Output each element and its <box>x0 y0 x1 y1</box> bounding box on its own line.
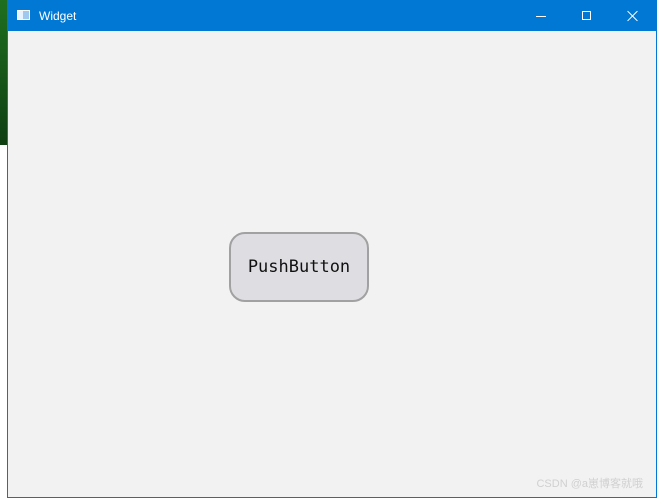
close-icon <box>627 10 639 22</box>
close-button[interactable] <box>610 1 656 31</box>
minimize-icon <box>536 16 546 17</box>
minimize-button[interactable] <box>518 1 564 31</box>
title-bar[interactable]: Widget <box>8 1 656 31</box>
csdn-watermark: CSDN @a崽博客就哦 <box>536 478 643 490</box>
maximize-icon <box>582 11 591 20</box>
maximize-button[interactable] <box>564 1 610 31</box>
push-button[interactable]: PushButton <box>229 232 369 302</box>
window-app-icon <box>17 10 30 20</box>
window-client-area: PushButton CSDN @a崽博客就哦 <box>8 31 656 497</box>
window-title: Widget <box>39 9 77 23</box>
app-window: Widget PushButton CSDN @a崽博客就哦 <box>7 0 657 498</box>
